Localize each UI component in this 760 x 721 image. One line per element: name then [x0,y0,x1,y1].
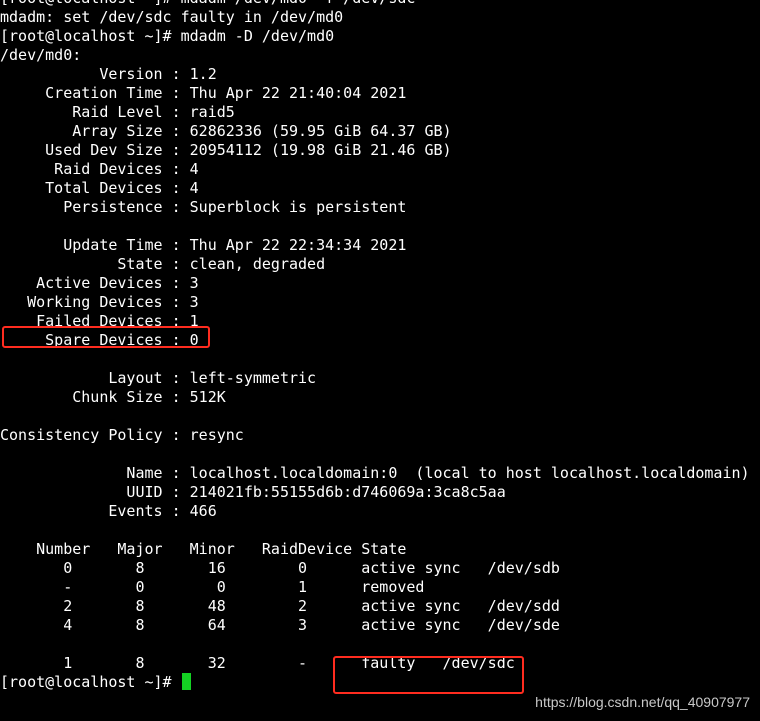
terminal-line: Chunk Size : 512K [0,388,226,406]
terminal-line: - 0 0 1 removed [0,578,425,596]
terminal-line: Working Devices : 3 [0,293,199,311]
terminal-line: Used Dev Size : 20954112 (19.98 GiB 21.4… [0,141,452,159]
terminal-window[interactable]: [root@localhost ~]# mdadm /dev/md0 -f /d… [0,0,760,721]
terminal-line: 0 8 16 0 active sync /dev/sdb [0,559,560,577]
terminal-line: /dev/md0: [0,46,82,64]
terminal-line: Version : 1.2 [0,65,217,83]
shell-prompt: [root@localhost ~]# [0,673,181,691]
terminal-line: Layout : left-symmetric [0,369,317,387]
terminal-line: 4 8 64 3 active sync /dev/sde [0,616,560,634]
faulty-device-highlight-box [333,656,524,694]
terminal-line: UUID : 214021fb:55155d6b:d746069a:3ca8c5… [0,483,506,501]
terminal-cursor [181,673,191,690]
terminal-line: [root@localhost ~]# mdadm /dev/md0 -f /d… [0,0,750,8]
terminal-line: [root@localhost ~]# mdadm -D /dev/md0 [0,27,335,45]
terminal-line: Raid Level : raid5 [0,103,235,121]
terminal-line: Array Size : 62862336 (59.95 GiB 64.37 G… [0,122,452,140]
terminal-line: Update Time : Thu Apr 22 22:34:34 2021 [0,236,407,254]
terminal-line: State : clean, degraded [0,255,326,273]
terminal-line: Consistency Policy : resync [0,426,244,444]
terminal-line: Total Devices : 4 [0,179,199,197]
failed-devices-highlight-box [2,326,210,348]
terminal-line: Events : 466 [0,502,217,520]
terminal-line: Persistence : Superblock is persistent [0,198,407,216]
terminal-line: Number Major Minor RaidDevice State [0,540,407,558]
watermark-text: https://blog.csdn.net/qq_40907977 [535,694,750,710]
terminal-line: mdadm: set /dev/sdc faulty in /dev/md0 [0,8,344,26]
terminal-line: 2 8 48 2 active sync /dev/sdd [0,597,560,615]
terminal-line: Active Devices : 3 [0,274,199,292]
terminal-line: Raid Devices : 4 [0,160,199,178]
terminal-line: Name : localhost.localdomain:0 (local to… [0,464,750,482]
terminal-line: Creation Time : Thu Apr 22 21:40:04 2021 [0,84,407,102]
